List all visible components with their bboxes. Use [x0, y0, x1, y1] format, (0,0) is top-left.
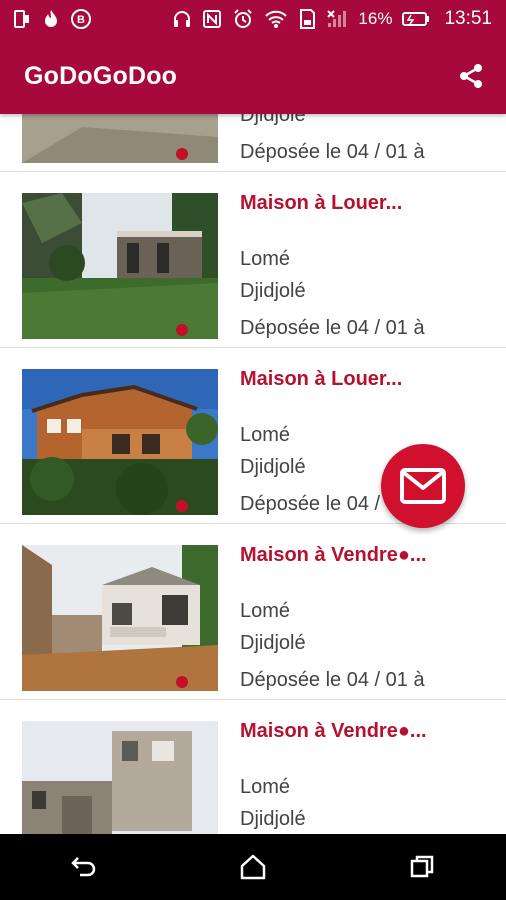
app-bar: GoDoGoDoo [0, 38, 506, 114]
listing-photo [22, 114, 218, 163]
listing-title: Maison à Vendre●... [240, 544, 427, 566]
battery-icon [402, 11, 430, 27]
listing-district: Djidjolé [240, 114, 306, 126]
share-icon [460, 64, 482, 88]
nfc-icon [202, 9, 222, 29]
listing-date: Déposée le 04 / 01 à [240, 317, 425, 339]
flame-icon [42, 9, 60, 29]
listing-city: Lomé [240, 424, 291, 446]
listing-city: Lomé [240, 776, 291, 798]
listing-photo [22, 721, 218, 834]
listing-date: Déposée le 04 / 01 à [240, 141, 425, 163]
status-right-icons: 16% 13:51 [172, 8, 492, 30]
alarm-icon [232, 8, 254, 30]
listing-district: Djidjolé [240, 280, 306, 302]
listing-item[interactable]: Maison à Vendre●... Lomé Djidjolé [0, 700, 506, 834]
listing-district: Djidjolé [240, 456, 306, 478]
sim-card-icon [12, 9, 32, 29]
listing-city: Lomé [240, 600, 291, 622]
listing-photo [22, 193, 218, 339]
battery-percent: 16% [358, 9, 393, 28]
headphones-icon [172, 9, 192, 29]
contact-fab-button[interactable] [381, 444, 465, 528]
clock: 13:51 [444, 8, 492, 29]
app-title: GoDoGoDoo [24, 61, 178, 90]
signal-icon [326, 9, 348, 29]
listing-photo [22, 545, 218, 691]
listing-item[interactable]: Maison à Louer... Lomé Djidjolé Déposée … [0, 172, 506, 348]
listing-district: Djidjolé [240, 808, 306, 830]
wifi-icon [264, 9, 288, 29]
status-left-icons: B [12, 8, 92, 30]
listing-city: Lomé [240, 248, 291, 270]
listing-photo [22, 369, 218, 515]
navigation-bar [0, 834, 506, 900]
listing-title: Maison à Vendre●... [240, 720, 427, 742]
home-button[interactable] [223, 842, 283, 892]
listing-date: Déposée le 04 / 01 à [240, 669, 425, 691]
listing-district: Djidjolé [240, 632, 306, 654]
share-button[interactable] [454, 59, 488, 93]
sd-card-icon [298, 8, 316, 30]
recents-icon [410, 855, 433, 878]
listing-item[interactable]: Djidjolé Déposée le 04 / 01 à [0, 114, 506, 172]
status-bar: B 16% 13:51 [0, 0, 506, 38]
chat-bubble-icon: B [70, 8, 92, 30]
recents-button[interactable] [392, 842, 452, 892]
home-icon [240, 854, 266, 880]
back-icon [71, 857, 96, 877]
svg-text:B: B [77, 14, 85, 26]
listing-title: Maison à Louer... [240, 368, 403, 390]
listing-item[interactable]: Maison à Vendre●... Lomé Djidjolé Déposé… [0, 524, 506, 700]
listing-title: Maison à Louer... [240, 192, 403, 214]
back-button[interactable] [54, 842, 114, 892]
mail-icon [400, 468, 446, 504]
